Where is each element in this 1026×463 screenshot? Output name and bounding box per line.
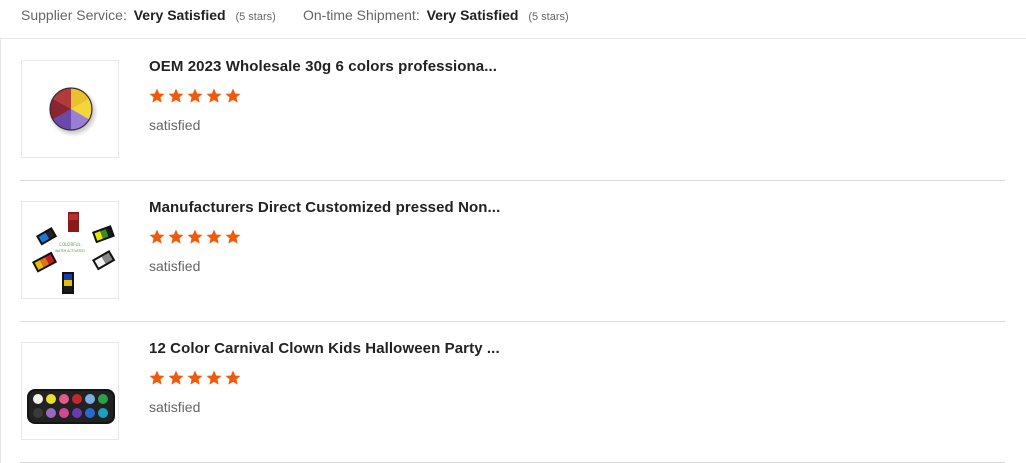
split-cake-palettes-image: COLORFUL WATER ACTIVATED bbox=[32, 212, 116, 294]
review-item: COLORFUL WATER ACTIVATED Manufacturers D… bbox=[20, 181, 1005, 322]
ontime-shipment-count: (5 stars) bbox=[528, 11, 569, 23]
star-icon bbox=[186, 228, 204, 246]
star-icon bbox=[167, 228, 185, 246]
star-icon bbox=[148, 228, 166, 246]
left-border bbox=[0, 39, 1, 463]
product-title[interactable]: Manufacturers Direct Customized pressed … bbox=[149, 199, 500, 216]
ontime-shipment-label: On-time Shipment: bbox=[303, 7, 420, 23]
ontime-shipment-value: Very Satisfied bbox=[426, 7, 519, 23]
supplier-service-rating: Supplier Service: Very Satisfied (5 star… bbox=[21, 7, 276, 23]
star-icon bbox=[148, 369, 166, 387]
star-icon bbox=[167, 87, 185, 105]
star-rating bbox=[148, 369, 243, 389]
star-rating bbox=[148, 87, 243, 107]
star-rating bbox=[148, 228, 243, 248]
star-icon bbox=[148, 87, 166, 105]
supplier-service-value: Very Satisfied bbox=[133, 7, 226, 23]
star-icon bbox=[167, 369, 185, 387]
star-icon bbox=[224, 369, 242, 387]
ontime-shipment-rating: On-time Shipment: Very Satisfied (5 star… bbox=[303, 7, 569, 23]
product-thumbnail[interactable]: COLORFUL WATER ACTIVATED bbox=[21, 201, 119, 299]
face-paint-palette-image bbox=[27, 389, 115, 424]
supplier-service-label: Supplier Service: bbox=[21, 7, 127, 23]
star-icon bbox=[186, 87, 204, 105]
review-comment: satisfied bbox=[149, 399, 201, 415]
star-icon bbox=[205, 369, 223, 387]
product-thumbnail[interactable] bbox=[21, 60, 119, 158]
review-item: OEM 2023 Wholesale 30g 6 colors professi… bbox=[20, 40, 1005, 181]
review-comment: satisfied bbox=[149, 117, 201, 133]
face-paint-wheel-image bbox=[48, 87, 98, 137]
rating-summary: Supplier Service: Very Satisfied (5 star… bbox=[0, 0, 1026, 39]
star-icon bbox=[205, 87, 223, 105]
svg-text:COLORFUL: COLORFUL bbox=[59, 242, 81, 247]
review-item: 12 Color Carnival Clown Kids Halloween P… bbox=[20, 322, 1005, 463]
product-title[interactable]: OEM 2023 Wholesale 30g 6 colors professi… bbox=[149, 58, 497, 75]
supplier-service-count: (5 stars) bbox=[235, 11, 276, 23]
star-icon bbox=[205, 228, 223, 246]
star-icon bbox=[186, 369, 204, 387]
review-comment: satisfied bbox=[149, 258, 201, 274]
star-icon bbox=[224, 87, 242, 105]
product-title[interactable]: 12 Color Carnival Clown Kids Halloween P… bbox=[149, 340, 500, 357]
svg-text:WATER ACTIVATED: WATER ACTIVATED bbox=[55, 249, 85, 253]
star-icon bbox=[224, 228, 242, 246]
product-thumbnail[interactable] bbox=[21, 342, 119, 440]
